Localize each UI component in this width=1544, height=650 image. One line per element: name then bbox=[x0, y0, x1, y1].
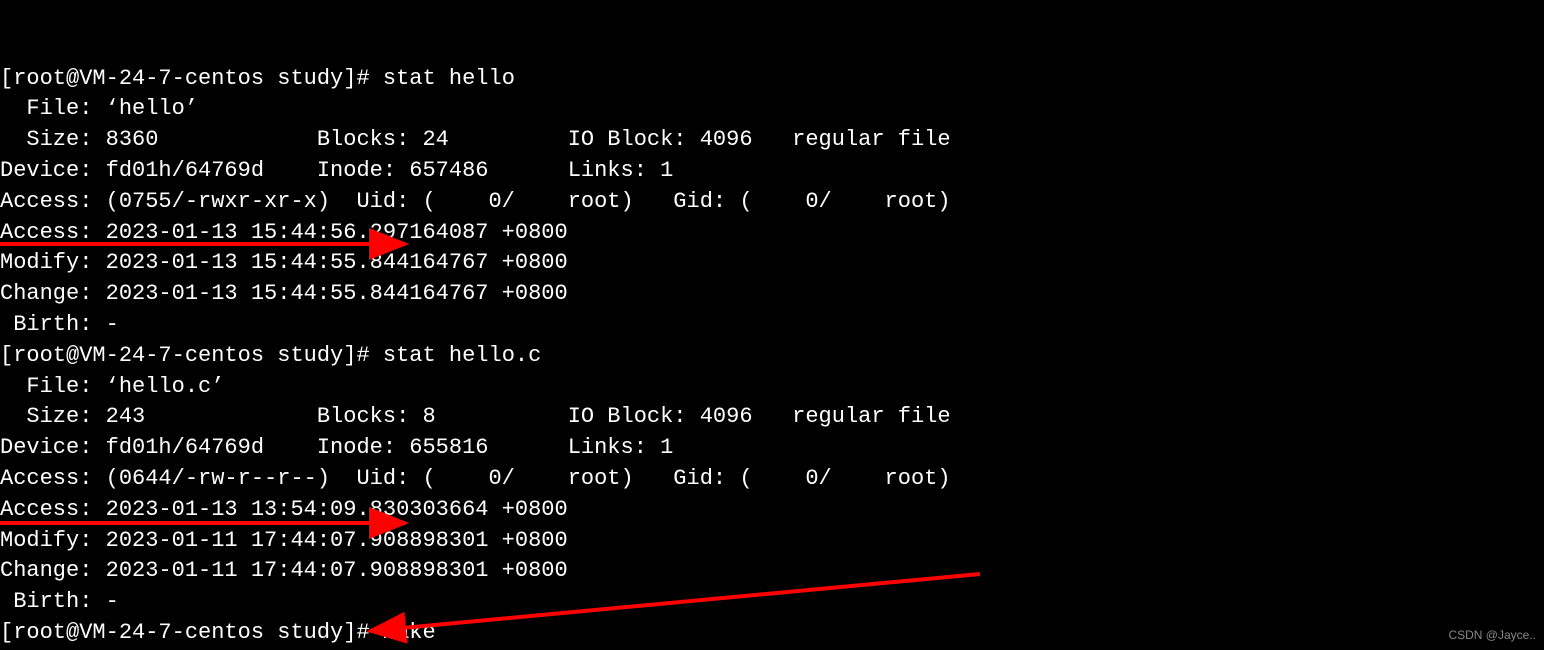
prompt: [root@VM-24-7-centos study]# bbox=[0, 343, 383, 368]
terminal-output: [root@VM-24-7-centos study]# stat hello … bbox=[0, 33, 951, 650]
stat-helloc-birth: Birth: - bbox=[0, 589, 119, 614]
stat-helloc-access-time: Access: 2023-01-13 13:54:09.830303664 +0… bbox=[0, 497, 568, 522]
stat-hello-access-perm: Access: (0755/-rwxr-xr-x) Uid: ( 0/ root… bbox=[0, 189, 951, 214]
stat-hello-change-time: Change: 2023-01-13 15:44:55.844164767 +0… bbox=[0, 281, 568, 306]
stat-helloc-device: Device: fd01h/64769d Inode: 655816 Links… bbox=[0, 435, 673, 460]
stat-helloc-file: File: ‘hello.c’ bbox=[0, 374, 224, 399]
stat-hello-size: Size: 8360 Blocks: 24 IO Block: 4096 reg… bbox=[0, 127, 951, 152]
command-stat-hello-c: stat hello.c bbox=[383, 343, 541, 368]
command-stat-hello: stat hello bbox=[383, 66, 515, 91]
stat-hello-device: Device: fd01h/64769d Inode: 657486 Links… bbox=[0, 158, 673, 183]
stat-helloc-size: Size: 243 Blocks: 8 IO Block: 4096 regul… bbox=[0, 404, 951, 429]
stat-helloc-access-perm: Access: (0644/-rw-r--r--) Uid: ( 0/ root… bbox=[0, 466, 951, 491]
prompt: [root@VM-24-7-centos study]# bbox=[0, 66, 383, 91]
watermark: CSDN @Jayce.. bbox=[1448, 627, 1536, 644]
command-make: make bbox=[383, 620, 436, 645]
stat-hello-access-time: Access: 2023-01-13 15:44:56.297164087 +0… bbox=[0, 220, 568, 245]
stat-hello-file: File: ‘hello’ bbox=[0, 96, 198, 121]
stat-hello-birth: Birth: - bbox=[0, 312, 119, 337]
stat-helloc-modify-time: Modify: 2023-01-11 17:44:07.908898301 +0… bbox=[0, 528, 568, 553]
stat-helloc-change-time: Change: 2023-01-11 17:44:07.908898301 +0… bbox=[0, 558, 568, 583]
stat-hello-modify-time: Modify: 2023-01-13 15:44:55.844164767 +0… bbox=[0, 250, 568, 275]
prompt: [root@VM-24-7-centos study]# bbox=[0, 620, 383, 645]
